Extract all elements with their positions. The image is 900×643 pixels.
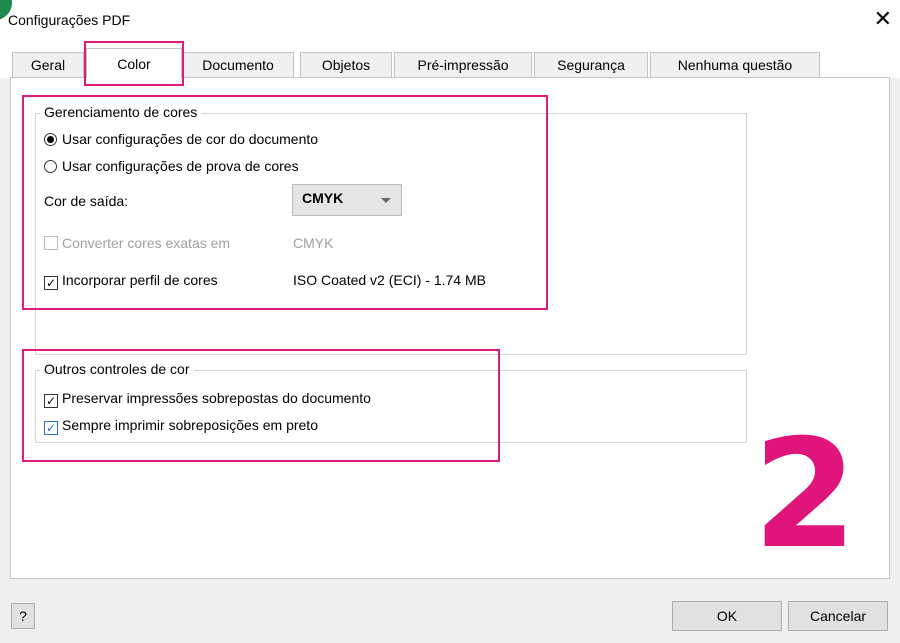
convert-spot-label: Converter cores exatas em [62,235,231,251]
tab-geral[interactable]: Geral [12,52,84,77]
embed-profile-value: ISO Coated v2 (ECI) - 1.74 MB [293,272,486,288]
preserve-overprints-checkbox[interactable]: ✓ [44,394,58,408]
convert-spot-value: CMYK [293,235,334,251]
help-button[interactable]: ? [11,603,35,629]
tab-nenhuma-questao[interactable]: Nenhuma questão [650,52,820,77]
close-icon[interactable]: ✕ [874,6,892,32]
cancel-button[interactable]: Cancelar [788,601,888,631]
tab-pre-impressao[interactable]: Pré-impressão [394,52,532,77]
radio-indicator[interactable] [44,160,57,173]
radio-proof-label: Usar configurações de prova de cores [62,158,299,174]
tab-seguranca[interactable]: Segurança [534,52,648,77]
output-color-label: Cor de saída: [44,193,129,209]
radio-document-label: Usar configurações de cor do documento [62,131,319,147]
color-management-group [35,113,747,355]
chevron-down-icon [381,198,391,203]
convert-spot-colors-row: Converter cores exatas em [44,235,230,251]
output-color-value: CMYK [302,190,344,206]
radio-indicator-selected[interactable] [44,133,57,146]
embed-profile-label: Incorporar perfil de cores [62,272,218,288]
black-overprint-label: Sempre imprimir sobreposições em preto [62,417,318,433]
output-color-select[interactable]: CMYK [292,184,402,216]
embed-profile-checkbox[interactable]: ✓ [44,276,58,290]
convert-spot-checkbox[interactable] [44,236,58,250]
black-overprint-checkbox[interactable]: ✓ [44,421,58,435]
preserve-overprints-label: Preservar impressões sobrepostas do docu… [62,390,371,406]
tab-documento[interactable]: Documento [182,52,294,77]
other-color-controls-legend: Outros controles de cor [40,361,194,377]
annotation-number: 2 [752,408,858,582]
tab-color[interactable]: Color [86,48,182,78]
title-bar: Configurações PDF ✕ [0,0,900,40]
ok-button[interactable]: OK [672,601,782,631]
embed-profile-row[interactable]: ✓ Incorporar perfil de cores [44,272,218,290]
color-management-legend: Gerenciamento de cores [40,104,202,120]
black-overprint-row[interactable]: ✓ Sempre imprimir sobreposições em preto [44,417,318,435]
radio-document-colors[interactable]: Usar configurações de cor do documento [44,131,318,147]
tab-objetos[interactable]: Objetos [300,52,392,77]
radio-proof-colors[interactable]: Usar configurações de prova de cores [44,158,299,174]
window-title: Configurações PDF [8,12,131,28]
preserve-overprints-row[interactable]: ✓ Preservar impressões sobrepostas do doc… [44,390,371,408]
